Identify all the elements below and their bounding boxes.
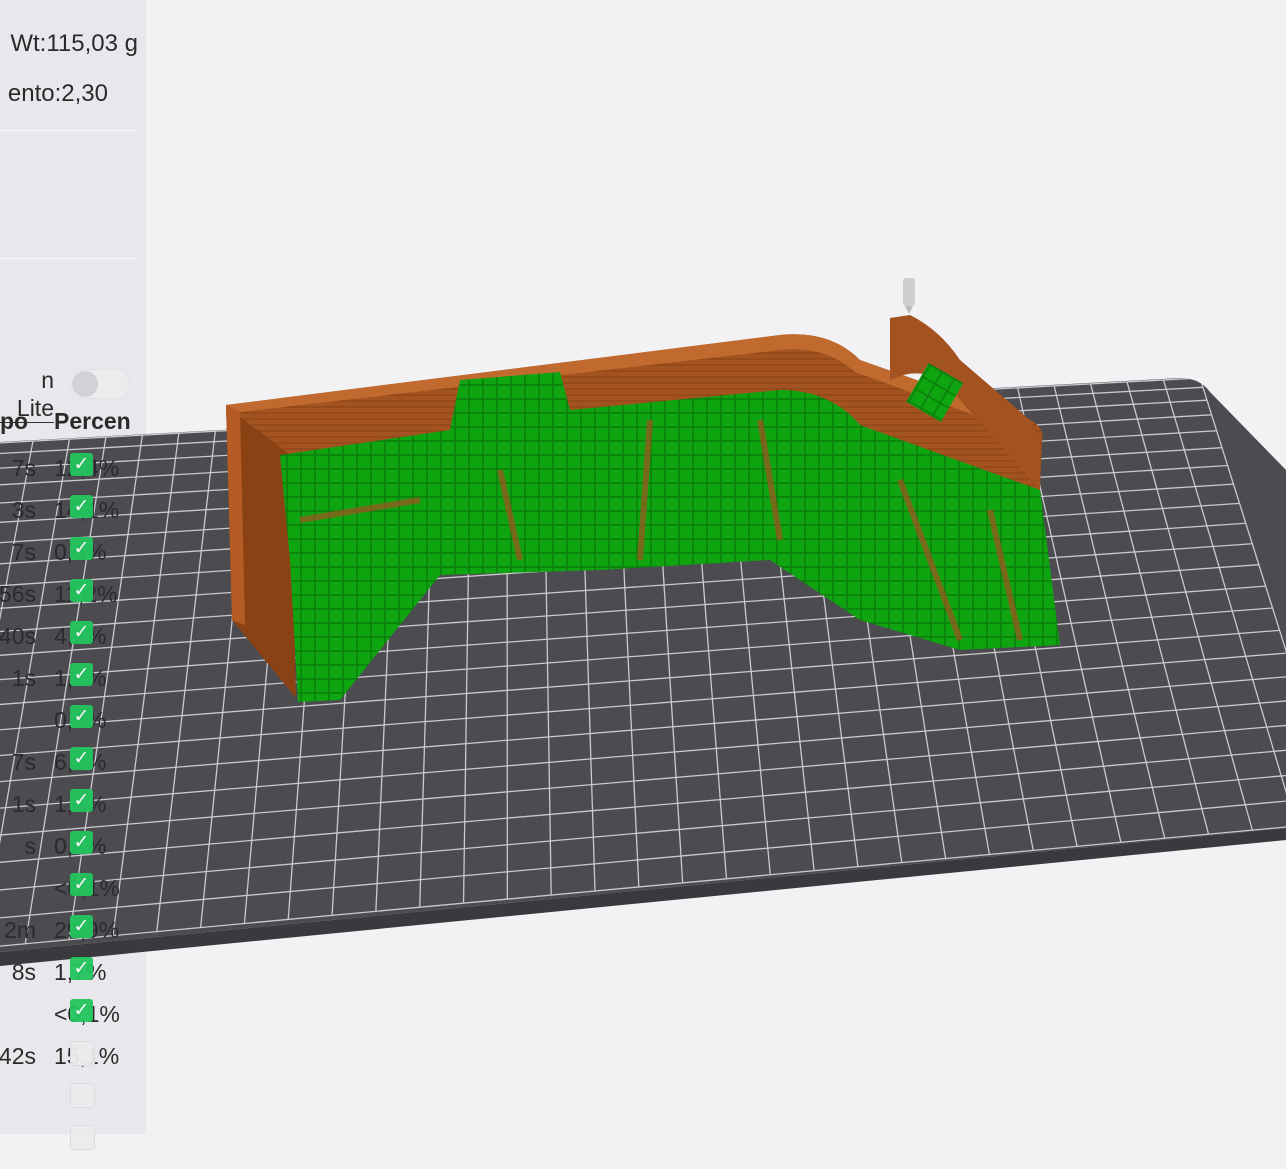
row-time: 7s bbox=[12, 455, 36, 482]
row-checkbox[interactable] bbox=[70, 1083, 95, 1108]
table-row: 0,3%✓ bbox=[0, 707, 146, 749]
row-checkbox[interactable]: ✓ bbox=[70, 705, 93, 728]
row-time: 40s bbox=[0, 623, 36, 650]
table-row: 8s1,7%✓ bbox=[0, 959, 146, 1001]
row-time: 1s bbox=[12, 791, 36, 818]
sidebar-panel: Wt:115,03 g ento:2,30 n Lite po Percen 7… bbox=[0, 0, 146, 1134]
table-row bbox=[0, 1127, 146, 1169]
table-row bbox=[0, 1085, 146, 1127]
table-row: s0,4%✓ bbox=[0, 833, 146, 875]
table-row: 2m29,9%✓ bbox=[0, 917, 146, 959]
row-time: 3s bbox=[12, 497, 36, 524]
row-checkbox[interactable] bbox=[70, 1041, 95, 1066]
row-checkbox[interactable]: ✓ bbox=[70, 537, 93, 560]
divider bbox=[0, 130, 136, 131]
table-row: <0,1%✓ bbox=[0, 875, 146, 917]
table-row: 56s11,2%✓ bbox=[0, 581, 146, 623]
row-time: 7s bbox=[12, 539, 36, 566]
table-row: 42s15,1% bbox=[0, 1043, 146, 1085]
row-checkbox[interactable] bbox=[70, 1125, 95, 1150]
row-time: 56s bbox=[0, 581, 36, 608]
row-time: 7s bbox=[12, 749, 36, 776]
table-row: 7s6,6%✓ bbox=[0, 749, 146, 791]
table-row: 1s1,2%✓ bbox=[0, 665, 146, 707]
table-row: 7s12,4%✓ bbox=[0, 455, 146, 497]
row-checkbox[interactable]: ✓ bbox=[70, 663, 93, 686]
toggle-knob bbox=[72, 371, 98, 397]
row-checkbox[interactable]: ✓ bbox=[70, 747, 93, 770]
row-checkbox[interactable]: ✓ bbox=[70, 579, 93, 602]
row-time: 1s bbox=[12, 665, 36, 692]
column-header-time: po bbox=[0, 408, 28, 435]
row-checkbox[interactable]: ✓ bbox=[70, 873, 93, 896]
row-time: 8s bbox=[12, 959, 36, 986]
3d-preview-viewport[interactable] bbox=[0, 0, 1286, 1134]
divider bbox=[0, 258, 136, 259]
row-checkbox[interactable]: ✓ bbox=[70, 831, 93, 854]
row-checkbox[interactable]: ✓ bbox=[70, 999, 93, 1022]
row-time: 42s bbox=[0, 1043, 36, 1070]
table-row: <0,1%✓ bbox=[0, 1001, 146, 1043]
table-row: 7s0,6%✓ bbox=[0, 539, 146, 581]
row-time: 2m bbox=[4, 917, 36, 944]
row-checkbox[interactable]: ✓ bbox=[70, 957, 93, 980]
table-row: 3s14,1%✓ bbox=[0, 497, 146, 539]
lite-toggle[interactable] bbox=[70, 369, 130, 399]
table-row: 1s1,2%✓ bbox=[0, 791, 146, 833]
row-checkbox[interactable]: ✓ bbox=[70, 789, 93, 812]
row-checkbox[interactable]: ✓ bbox=[70, 453, 93, 476]
cost-stat: ento:2,30 bbox=[8, 80, 108, 108]
weight-stat: Wt:115,03 g bbox=[10, 30, 138, 58]
row-checkbox[interactable]: ✓ bbox=[70, 495, 93, 518]
column-header-percent: Percen bbox=[54, 408, 131, 435]
row-checkbox[interactable]: ✓ bbox=[70, 915, 93, 938]
nozzle-icon bbox=[903, 278, 915, 314]
table-row: 40s4,6%✓ bbox=[0, 623, 146, 665]
row-checkbox[interactable]: ✓ bbox=[70, 621, 93, 644]
row-time: s bbox=[25, 833, 37, 860]
